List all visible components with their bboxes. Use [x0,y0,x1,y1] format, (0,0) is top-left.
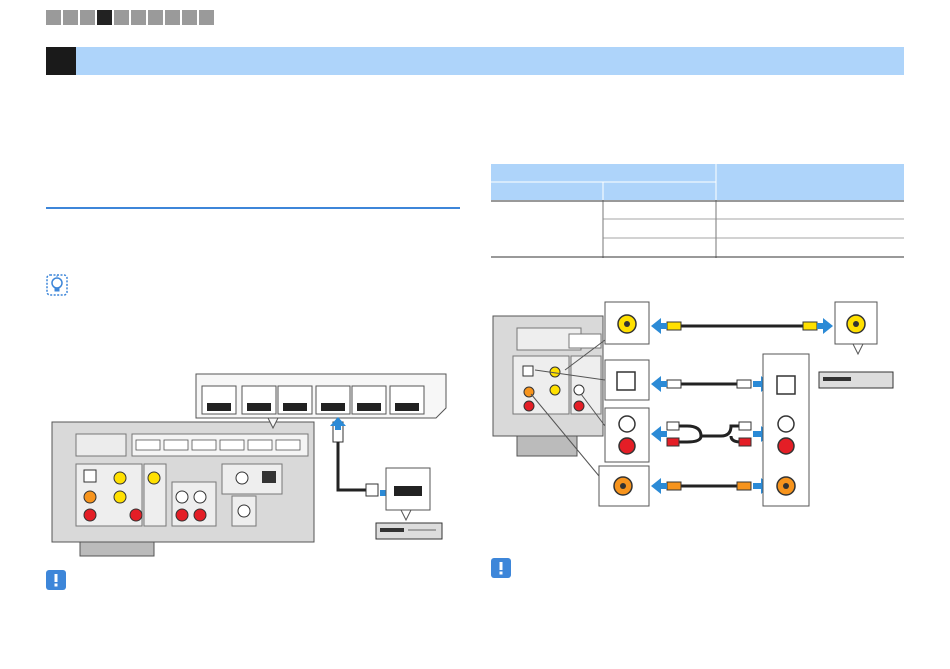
nav-segment[interactable] [114,10,129,25]
nav-segment[interactable] [148,10,163,25]
nav-segment-active[interactable] [97,10,112,25]
nav-segment[interactable] [63,10,78,25]
nav-segment[interactable] [80,10,95,25]
nav-segment[interactable] [199,10,214,25]
nav-segment[interactable] [131,10,146,25]
hdmi-connection-diagram [46,370,460,566]
exclamation-icon [491,558,511,578]
audio-connection-diagram [491,296,905,512]
light-bulb-icon [46,274,68,296]
nav-segment[interactable] [46,10,61,25]
exclamation-icon [46,570,66,590]
connection-table [491,164,904,258]
subsection-rule [46,207,460,209]
nav-segment[interactable] [182,10,197,25]
nav-segment[interactable] [165,10,180,25]
section-number-box [46,47,76,75]
section-header-band [46,47,904,75]
